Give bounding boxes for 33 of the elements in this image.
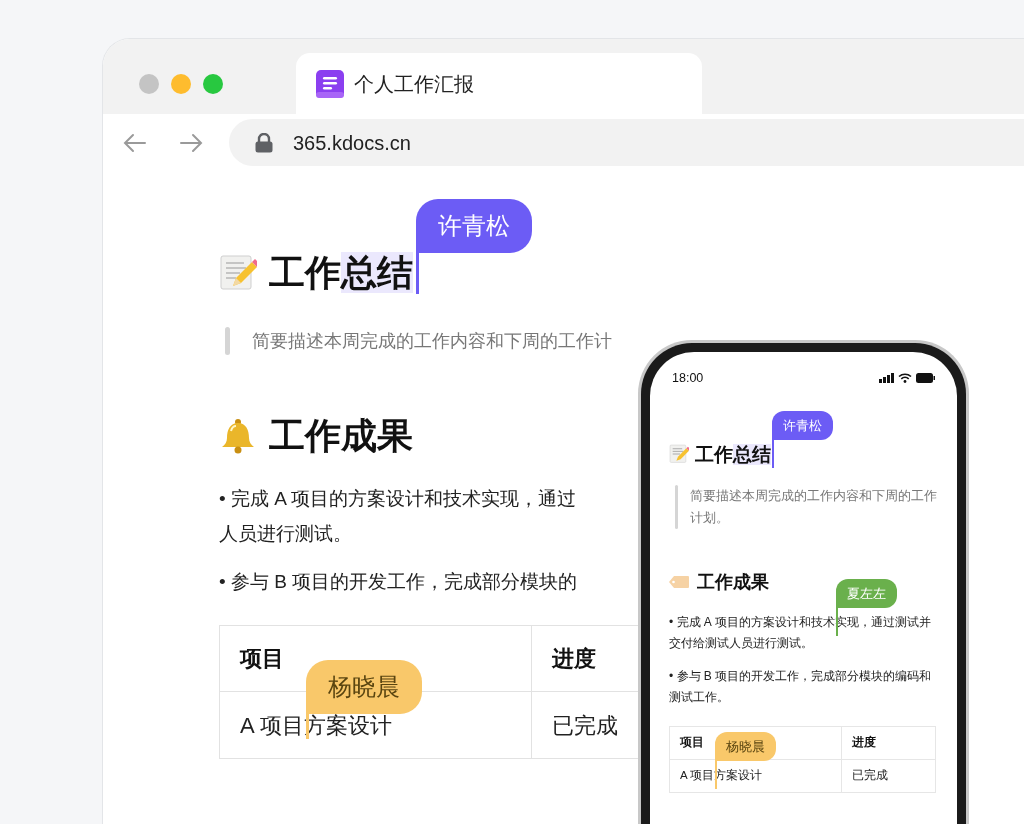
lock-icon: [255, 132, 273, 153]
collaborator-tag: 夏左左: [835, 578, 897, 608]
back-icon[interactable]: [123, 132, 147, 153]
bullet-text: • 完成 A 项目的方案设计和技术实现，通过: [219, 487, 577, 511]
document-title: 工作总结: [269, 251, 413, 295]
table-cell: 已完成: [841, 759, 936, 793]
quote-bar: [675, 484, 678, 529]
collaborator-tag: 许青松: [772, 411, 833, 441]
document-title: 工作总结: [695, 442, 771, 467]
summary-text: 简要描述本周完成的工作内容和下周的工作计: [252, 329, 612, 353]
document-icon: [316, 69, 344, 98]
summary-text: 简要描述本周完成的工作内容和下周的工作计划。: [690, 487, 938, 527]
address-bar[interactable]: 365.kdocs.cn: [229, 119, 1024, 166]
minimize-window-button[interactable]: [171, 73, 191, 94]
bullet-text: 人员进行测试。: [219, 522, 352, 546]
close-window-button[interactable]: [139, 73, 159, 94]
section-heading: 工作成果: [697, 570, 769, 594]
wifi-icon: [898, 373, 912, 384]
collaborator-tag: 许青松: [415, 199, 532, 253]
maximize-window-button[interactable]: [203, 73, 223, 94]
column-header: 进度: [841, 726, 936, 760]
memo-icon: [669, 444, 689, 465]
signal-icon: [879, 373, 894, 384]
status-time: 18:00: [672, 370, 704, 387]
battery-icon: [916, 373, 935, 384]
bullet-text: • 参与 B 项目的开发工作，完成部分模块的: [219, 570, 578, 594]
memo-icon: [219, 253, 257, 292]
collaborator-tag: 杨晓晨: [715, 732, 777, 762]
quote-bar: [225, 327, 230, 355]
forward-icon[interactable]: [179, 132, 203, 153]
section-heading: 工作成果: [269, 414, 413, 458]
browser-tab[interactable]: 个人工作汇报: [296, 53, 702, 114]
tag-icon: [669, 576, 689, 589]
